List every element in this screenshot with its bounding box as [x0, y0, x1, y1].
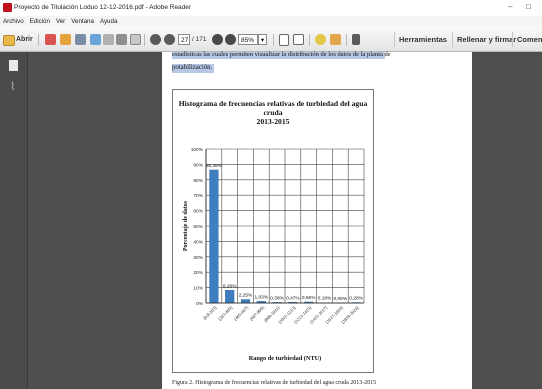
zoom-dropdown-icon[interactable]: ▾ [258, 34, 267, 45]
adobe-reader-icon [3, 3, 12, 12]
open-button[interactable]: Abrir [16, 33, 33, 46]
print-icon[interactable] [116, 34, 127, 45]
minimize-button[interactable]: – [508, 2, 512, 11]
menu-ayuda[interactable]: Ayuda [100, 18, 117, 25]
comment-icon[interactable] [315, 34, 326, 45]
pdf-page: estadísticas las cuales permiten visuali… [162, 51, 472, 389]
edit-icon[interactable] [75, 34, 86, 45]
y-tick-label: 60% [193, 209, 203, 215]
histogram-bar [240, 299, 251, 304]
page-total: / 171 [192, 36, 207, 43]
comment-button[interactable]: Comenta [512, 32, 542, 47]
figure-caption: Figura 2. Histograma de frecuencias rela… [172, 380, 377, 386]
chart-frame: Histograma de frecuencias relativas de t… [172, 89, 374, 373]
histogram-bar [209, 169, 219, 304]
toolbar-separator [144, 34, 145, 46]
attachments-icon[interactable]: ⌇ [10, 80, 15, 93]
bar-value-label: 8,26% [223, 283, 237, 289]
maximize-button[interactable]: □ [526, 2, 531, 11]
histogram-bar [225, 290, 235, 304]
highlight-icon[interactable] [330, 34, 341, 45]
tools-button[interactable]: Herramientas [394, 32, 451, 47]
document-viewer[interactable]: estadísticas las cuales permiten visuali… [28, 51, 542, 389]
folder-open-icon[interactable] [3, 35, 15, 46]
histogram-chart: 0% 10% 20% 30% 40% 50% 60% 70% 80% 90% 100% 86,38% [… [183, 147, 365, 362]
create-pdf-icon[interactable] [45, 34, 56, 45]
bar-value-label: 0,19% [318, 296, 332, 302]
bar-value-label: 2,25% [239, 293, 253, 299]
page-thumbnails-icon[interactable] [9, 60, 18, 71]
y-tick-label: 0% [196, 301, 204, 307]
y-tick-label: 20% [193, 270, 203, 276]
fullscreen-icon[interactable] [293, 34, 304, 45]
bar-value-label: 1,03% [254, 294, 268, 300]
y-tick-label: 90% [193, 162, 203, 168]
x-tick-label: [0,8-203] [202, 305, 219, 322]
x-axis-label: Rango de turbiedad (NTU) [249, 355, 322, 362]
zoom-in-icon[interactable] [225, 34, 236, 45]
fit-page-icon[interactable] [279, 34, 289, 46]
bar-value-label: 86,38% [206, 163, 223, 169]
document-text-line: estadísticas las cuales permiten visuali… [172, 51, 391, 58]
bar-value-label: 0,09% [333, 296, 347, 302]
y-tick-label: 80% [193, 178, 203, 184]
navigation-panel: ⌇ [0, 52, 28, 389]
y-tick-label: 70% [193, 193, 203, 199]
email-icon[interactable] [130, 34, 141, 45]
toolbar: Abrir 27 / 171 85% ▾ Herramientas Rellen… [0, 27, 542, 52]
menu-ver[interactable]: Ver [56, 18, 65, 25]
toolbar-separator [346, 34, 347, 46]
prev-page-icon[interactable] [150, 34, 161, 45]
page-number-input[interactable]: 27 [178, 34, 190, 45]
bar-value-label: 0,38% [270, 295, 284, 301]
share-icon[interactable] [60, 34, 71, 45]
menu-ventana[interactable]: Ventana [71, 18, 94, 25]
x-tick-label: [1819-2024] [340, 305, 360, 325]
fill-sign-button[interactable]: Rellenar y firmar [452, 32, 520, 47]
sign-pen-icon[interactable] [352, 34, 360, 45]
menu-archivo[interactable]: Archivo [3, 18, 24, 25]
cloud-icon[interactable] [90, 34, 101, 45]
menu-edicion[interactable]: Edición [30, 18, 50, 25]
document-text-line: potabilización. [172, 64, 213, 71]
bar-value-label: 0,28% [349, 296, 363, 302]
toolbar-separator [273, 34, 274, 46]
bar-value-label: 0,66% [302, 295, 316, 301]
y-tick-label: 50% [193, 224, 203, 230]
y-tick-label: 40% [193, 239, 203, 245]
viewer-background [472, 52, 542, 389]
window-title: Proyecto de Titulación Loduo 12-12-2016.… [14, 4, 192, 11]
x-tick-label: [405-607] [233, 305, 250, 322]
toolbar-separator [309, 34, 310, 46]
next-page-icon[interactable] [164, 34, 175, 45]
menu-bar: Archivo Edición Ver Ventana Ayuda [0, 16, 542, 27]
bar-value-label: 0,47% [286, 295, 300, 301]
title-bar: Proyecto de Titulación Loduo 12-12-2016.… [0, 0, 542, 16]
y-tick-label: 30% [193, 255, 203, 261]
y-tick-label: 100% [191, 147, 204, 153]
zoom-input[interactable]: 85% [238, 34, 258, 45]
y-tick-label: 10% [193, 286, 203, 292]
x-tick-label: [203-405] [217, 305, 234, 322]
y-axis-label: Porcentaje de datos [183, 200, 189, 251]
save-icon[interactable] [103, 34, 114, 45]
toolbar-separator [38, 34, 39, 46]
zoom-out-icon[interactable] [212, 34, 223, 45]
